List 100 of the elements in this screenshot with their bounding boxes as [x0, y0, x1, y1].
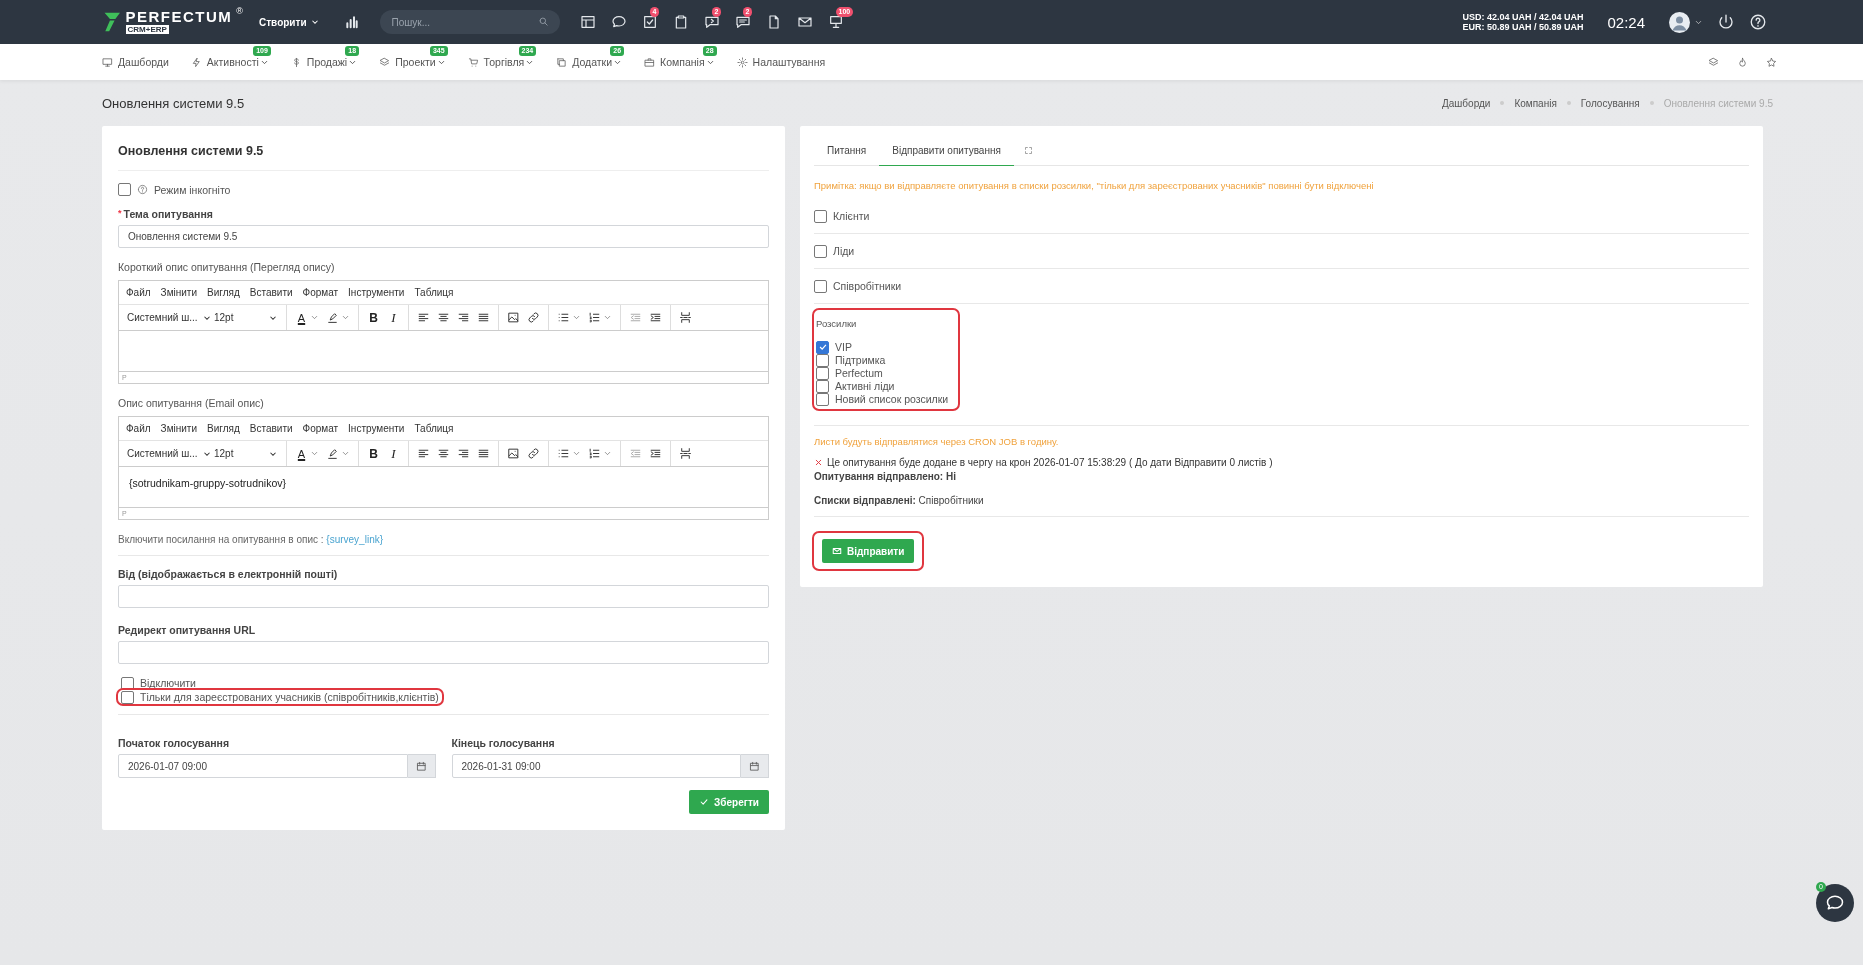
highlighter-icon[interactable]: [326, 311, 339, 324]
menu-item[interactable]: Формат: [302, 423, 339, 434]
queue-info: Це опитування буде додане в чергу на крон 2026-01-07 15:38:29 ( До дати Відправити 0 листів ): [827, 457, 1273, 468]
indent-icon[interactable]: [649, 311, 662, 324]
field-label: Короткий опис опитування (Перегляд опису): [118, 261, 336, 273]
power-icon[interactable]: [1717, 13, 1735, 31]
mail-icon[interactable]: [796, 14, 813, 30]
text-color-button[interactable]: A: [295, 311, 308, 324]
checkbox-label: Тільки для зареєстрованих учасників (співробітників,клієнтів): [140, 691, 439, 703]
menu-item[interactable]: Вигляд: [207, 423, 240, 434]
size-select[interactable]: 12pt: [214, 448, 278, 459]
bold-button[interactable]: B: [367, 446, 380, 461]
checkbox-icon[interactable]: [641, 14, 658, 30]
align-center-icon[interactable]: [437, 447, 450, 460]
checkbox[interactable]: [814, 244, 827, 258]
indent-icon[interactable]: [649, 447, 662, 460]
checkbox[interactable]: [118, 183, 131, 196]
link-icon[interactable]: [527, 447, 540, 460]
bullet-list-icon[interactable]: [557, 311, 570, 324]
align-left-icon[interactable]: [417, 447, 430, 460]
align-justify-icon[interactable]: [477, 311, 490, 324]
link-icon[interactable]: [527, 311, 540, 324]
layers-icon[interactable]: [1708, 56, 1719, 68]
check-icon: [699, 797, 710, 807]
menu-item[interactable]: Змінити: [160, 423, 197, 434]
page-break-icon[interactable]: [679, 311, 692, 324]
align-center-icon[interactable]: [437, 311, 450, 324]
checkbox[interactable]: [814, 209, 827, 223]
logo[interactable]: PERFECTUM CRM+ERP ®: [103, 9, 243, 35]
field-label: Початок голосування: [118, 737, 230, 749]
menu-item[interactable]: Таблиця: [414, 423, 454, 434]
chat-icon[interactable]: [610, 14, 627, 30]
numbered-list-icon[interactable]: [588, 447, 601, 460]
checkbox-label: Клієнти: [833, 210, 870, 222]
message-icon[interactable]: [703, 14, 720, 30]
menu-item[interactable]: Таблиця: [414, 287, 454, 298]
group-title: Розсилки: [816, 318, 858, 329]
menu-item[interactable]: Вигляд: [207, 287, 240, 298]
message-list-icon[interactable]: [734, 14, 751, 30]
font-select[interactable]: Системний ш...: [127, 312, 207, 323]
nav-item[interactable]: Дашборди: [102, 46, 171, 68]
page-title: Оновлення системи 9.5: [102, 95, 245, 111]
menu-item[interactable]: Інструменти: [348, 423, 405, 434]
url-input[interactable]: [118, 641, 769, 664]
avatar[interactable]: [1669, 11, 1690, 33]
size-select[interactable]: 12pt: [214, 312, 278, 323]
sender-input[interactable]: [118, 585, 769, 608]
highlighter-icon[interactable]: [326, 447, 339, 460]
menu-item[interactable]: Файл: [126, 287, 151, 298]
italic-button[interactable]: I: [387, 445, 400, 462]
layout-icon[interactable]: [579, 14, 596, 30]
menu-item[interactable]: Файл: [126, 423, 151, 434]
date-input[interactable]: 2026-01-07 09:00: [118, 754, 408, 778]
star-icon[interactable]: [1766, 56, 1777, 68]
image-icon[interactable]: [507, 311, 520, 324]
search-field[interactable]: Пошук...: [379, 10, 560, 34]
tab[interactable]: Питання: [814, 136, 880, 166]
breadcrumb-item[interactable]: Компанія: [1514, 97, 1557, 109]
bold-button[interactable]: B: [367, 310, 380, 325]
board-icon[interactable]: [827, 14, 844, 30]
page-break-icon[interactable]: [679, 447, 692, 460]
text-color-button[interactable]: A: [295, 447, 308, 460]
align-right-icon[interactable]: [457, 311, 470, 324]
menu-item[interactable]: Вставити: [249, 423, 293, 434]
menu-item[interactable]: Вставити: [249, 287, 293, 298]
calendar-icon: [749, 760, 760, 772]
bar-chart-icon[interactable]: [343, 14, 360, 30]
breadcrumb-item[interactable]: Дашборди: [1442, 97, 1491, 109]
logo-text: PERFECTUM: [125, 9, 233, 25]
font-select[interactable]: Системний ш...: [127, 448, 207, 459]
checkbox[interactable]: [121, 690, 134, 704]
calendar-button[interactable]: [407, 754, 436, 778]
menu-item[interactable]: Змінити: [160, 287, 197, 298]
align-justify-icon[interactable]: [477, 447, 490, 460]
numbered-list-icon[interactable]: [588, 311, 601, 324]
calendar-icon: [415, 760, 427, 772]
create-menu[interactable]: Створити: [253, 15, 326, 29]
breadcrumb-item[interactable]: Голосування: [1580, 97, 1640, 109]
checkbox-label: Режим інкогніто: [154, 183, 231, 196]
image-icon[interactable]: [507, 447, 520, 460]
checkbox[interactable]: [816, 340, 829, 354]
field-label: Редирект опитування URL: [118, 624, 256, 636]
fire-icon[interactable]: [1737, 56, 1748, 68]
checkbox-label: Ліди: [833, 245, 855, 257]
checkbox[interactable]: [814, 279, 827, 293]
bullet-list-icon[interactable]: [557, 447, 570, 460]
align-left-icon[interactable]: [417, 311, 430, 324]
menu-item[interactable]: Інструменти: [348, 287, 405, 298]
menu-item[interactable]: Формат: [302, 287, 339, 298]
align-right-icon[interactable]: [457, 447, 470, 460]
warning-note: Примітка: якщо ви відправляєте опитування в списки розсилки, "тільки для зареєстрованих учасників" повинні бути відключені: [814, 180, 1375, 191]
nav-item[interactable]: Налаштування: [736, 46, 828, 68]
logo-subtitle: CRM+ERP: [125, 25, 169, 34]
italic-button[interactable]: I: [387, 309, 400, 326]
tab[interactable]: Відправити опитування: [879, 136, 1014, 166]
mail-icon: [832, 546, 842, 556]
subject-input[interactable]: Оновлення системи 9.5: [118, 225, 769, 248]
currency-rate: USD: 42.04 UAH / 42.04 UAH: [1462, 12, 1584, 22]
calendar-button[interactable]: [741, 754, 769, 778]
date-input[interactable]: 2026-01-31 09:00: [451, 754, 741, 778]
